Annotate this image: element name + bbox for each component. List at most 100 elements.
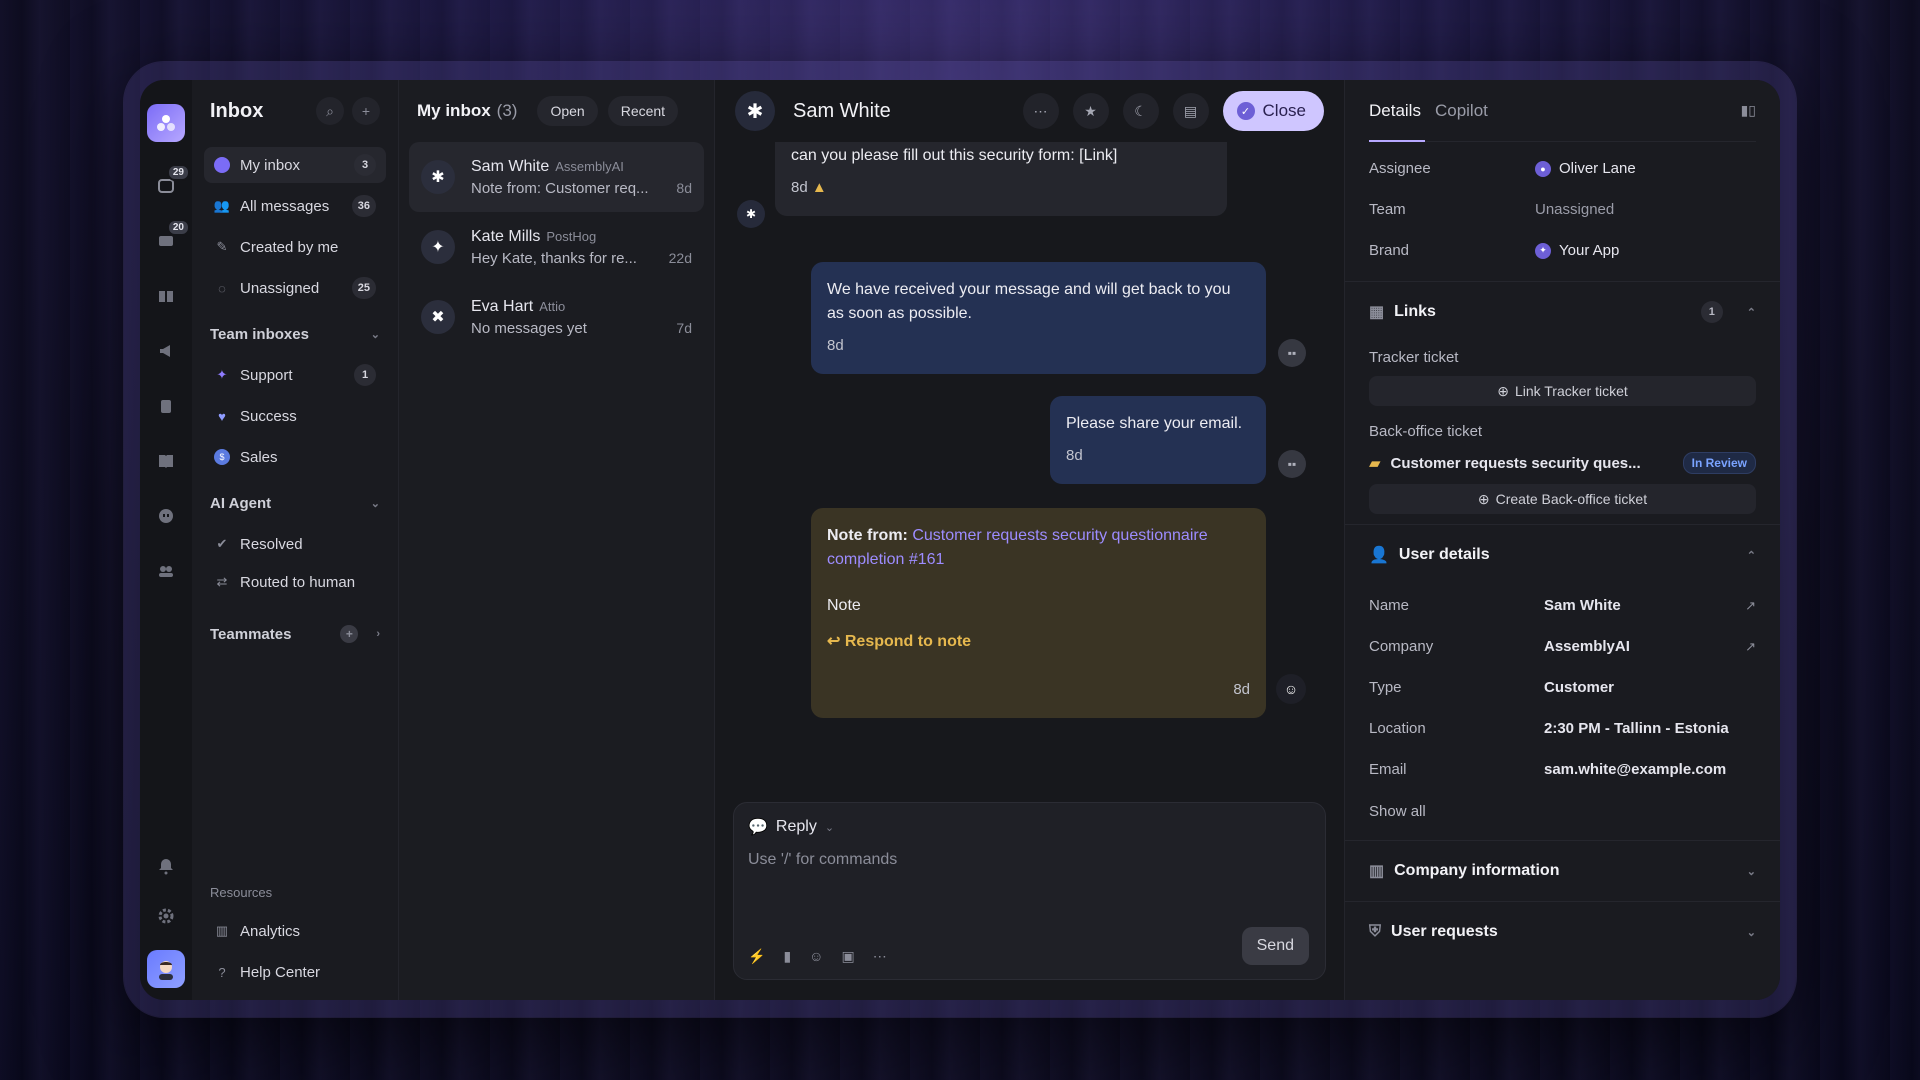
section-title: Links <box>1394 303 1436 320</box>
teammates-header[interactable]: Teammates + › <box>204 616 386 652</box>
star-icon[interactable]: ★ <box>1072 93 1109 129</box>
book-icon[interactable] <box>150 280 182 312</box>
plus-circle-icon: ⊕ <box>1477 490 1490 507</box>
sidebar-header: Inbox ⌕ + <box>204 80 386 142</box>
team-row[interactable]: Team Unassigned <box>1369 189 1756 230</box>
show-all-link[interactable]: Show all <box>1369 790 1756 832</box>
conversation-item[interactable]: ✦ Kate Mills PostHog Hey Kate, thanks for… <box>409 212 704 282</box>
tab-copilot[interactable]: Copilot <box>1435 101 1488 121</box>
sidebar-item-support[interactable]: ✦ Support 1 <box>204 357 386 393</box>
send-button[interactable]: Send <box>1241 927 1309 965</box>
create-backoffice-ticket-button[interactable]: ⊕ Create Back-office ticket <box>1369 484 1756 514</box>
field-value: Oliver Lane <box>1559 160 1636 177</box>
sidebar-item-unassigned[interactable]: ◌ Unassigned 25 <box>204 270 386 306</box>
sidebar-title: Inbox <box>210 99 264 122</box>
snooze-icon[interactable]: ☾ <box>1122 93 1159 129</box>
filter-open-button[interactable]: Open <box>537 96 598 126</box>
user-location-row[interactable]: Location 2:30 PM - Tallinn - Estonia <box>1369 708 1756 749</box>
reply-input[interactable]: Use '/' for commands <box>748 851 1311 869</box>
message-text: We have received your message and will g… <box>827 281 1231 322</box>
company-information-section: ▥ Company information ⌄ <box>1345 840 1780 901</box>
more-icon[interactable]: ⋯ <box>873 948 887 965</box>
outgoing-message: Please share your email. 8d <box>1050 396 1266 484</box>
plus-icon[interactable]: + <box>352 97 380 125</box>
list-title: My inbox (3) <box>417 101 517 121</box>
links-header[interactable]: ▦ Links 1 ⌃ <box>1369 282 1756 342</box>
company-information-header[interactable]: ▥ Company information ⌄ <box>1369 841 1756 901</box>
assignee-avatar: ● <box>1535 160 1551 177</box>
user-requests-header[interactable]: ⛨ User requests ⌄ <box>1369 902 1756 962</box>
sidebar-item-analytics[interactable]: ▥ Analytics <box>204 913 386 949</box>
user-email-row[interactable]: Email sam.white@example.com <box>1369 749 1756 790</box>
internal-note: Note from: Customer requests security qu… <box>811 508 1266 718</box>
current-user-avatar[interactable] <box>147 950 185 988</box>
megaphone-icon[interactable] <box>150 335 182 367</box>
conversation-header: ✱ Sam White ⋯ ★ ☾ ▤ ✓ Close <box>715 80 1344 142</box>
tab-details[interactable]: Details <box>1369 101 1421 121</box>
sidebar-item-help-center[interactable]: ? Help Center <box>204 954 386 990</box>
bell-icon[interactable] <box>150 850 182 882</box>
people-icon[interactable] <box>150 555 182 587</box>
chevron-down-icon: ⌄ <box>370 497 380 510</box>
chevron-down-icon: ⌄ <box>1746 865 1756 878</box>
sidebar-item-routed-to-human[interactable]: ⇄ Routed to human <box>204 564 386 600</box>
inbox-move-icon[interactable]: ▤ <box>1172 93 1209 129</box>
conversation-item[interactable]: ✖ Eva Hart Attio No messages yet 7d <box>409 282 704 352</box>
team-inboxes-header[interactable]: Team inboxes ⌄ <box>204 316 386 352</box>
sidebar-toggle-icon[interactable]: ▮▯ <box>1741 102 1756 119</box>
conversation-time: 7d <box>676 319 692 336</box>
inbox-icon[interactable]: 29 <box>150 164 190 202</box>
chart-icon: ▥ <box>215 923 229 938</box>
more-icon[interactable]: ⋯ <box>1022 93 1059 129</box>
sidebar-item-all-messages[interactable]: 👥 All messages 36 <box>204 188 386 224</box>
bookmark-icon[interactable]: ▮ <box>783 948 791 965</box>
sidebar-item-success[interactable]: ♥ Success <box>204 398 386 434</box>
user-type-row[interactable]: Type Customer <box>1369 667 1756 708</box>
lightning-icon[interactable]: ⚡ <box>748 948 765 965</box>
user-details-header[interactable]: 👤 User details ⌃ <box>1369 525 1756 585</box>
list-title-text: My inbox <box>417 101 491 120</box>
outgoing-message: We have received your message and will g… <box>811 262 1266 374</box>
sort-recent-button[interactable]: Recent <box>607 96 679 126</box>
sidebar-item-sales[interactable]: $ Sales <box>204 439 386 475</box>
backoffice-ticket-row[interactable]: ▰ Customer requests security ques... In … <box>1369 446 1756 480</box>
close-conversation-button[interactable]: ✓ Close <box>1222 91 1324 131</box>
reply-mode-selector[interactable]: 💬 Reply ⌄ <box>748 817 1311 837</box>
app-logo[interactable] <box>147 104 185 142</box>
conversation-name: Kate Mills <box>471 227 541 245</box>
messages-icon[interactable]: 20 <box>150 219 190 257</box>
rail-bottom <box>147 850 185 988</box>
gear-icon[interactable] <box>150 900 182 932</box>
respond-to-note-link[interactable]: ↩ Respond to note <box>827 630 1250 654</box>
note-body: Note <box>827 597 861 614</box>
bot-icon[interactable] <box>150 500 182 532</box>
reply-mode-label: Reply <box>775 818 817 835</box>
external-link-icon[interactable]: ↗ <box>1745 598 1756 614</box>
section-label: AI Agent <box>210 494 272 512</box>
search-icon[interactable]: ⌕ <box>316 97 344 125</box>
ai-agent-header[interactable]: AI Agent ⌄ <box>204 485 386 521</box>
resources-label: Resources <box>210 885 273 900</box>
link-tracker-ticket-button[interactable]: ⊕ Link Tracker ticket <box>1369 376 1756 406</box>
sidebar-item-created-by-me[interactable]: ✎ Created by me <box>204 229 386 265</box>
close-label: Close <box>1262 101 1306 120</box>
field-label: Name <box>1369 597 1410 614</box>
sidebar-item-label: Success <box>240 407 297 425</box>
library-icon[interactable] <box>150 445 182 477</box>
add-teammate-icon[interactable]: + <box>340 625 359 643</box>
sidebar-item-label: My inbox <box>240 156 301 174</box>
field-value: Sam White <box>1544 597 1621 614</box>
link-icon: ▦ <box>1369 304 1385 321</box>
user-name-row[interactable]: Name Sam White ↗ <box>1369 585 1756 626</box>
image-icon[interactable]: ▣ <box>841 948 854 965</box>
clipboard-icon[interactable] <box>150 390 182 422</box>
conversation-item[interactable]: ✱ Sam White AssemblyAI Note from: Custome… <box>409 142 704 212</box>
sidebar-item-my-inbox[interactable]: My inbox 3 <box>204 147 386 183</box>
brand-row[interactable]: Brand ✦ Your App <box>1369 230 1756 271</box>
external-link-icon[interactable]: ↗ <box>1745 639 1756 655</box>
sidebar-item-resolved[interactable]: ✔ Resolved <box>204 526 386 562</box>
assignee-row[interactable]: Assignee ● Oliver Lane <box>1369 148 1756 189</box>
ticket-title: Customer requests security ques... <box>1390 454 1641 472</box>
user-company-row[interactable]: Company AssemblyAI ↗ <box>1369 626 1756 667</box>
emoji-icon[interactable]: ☺ <box>809 948 823 965</box>
